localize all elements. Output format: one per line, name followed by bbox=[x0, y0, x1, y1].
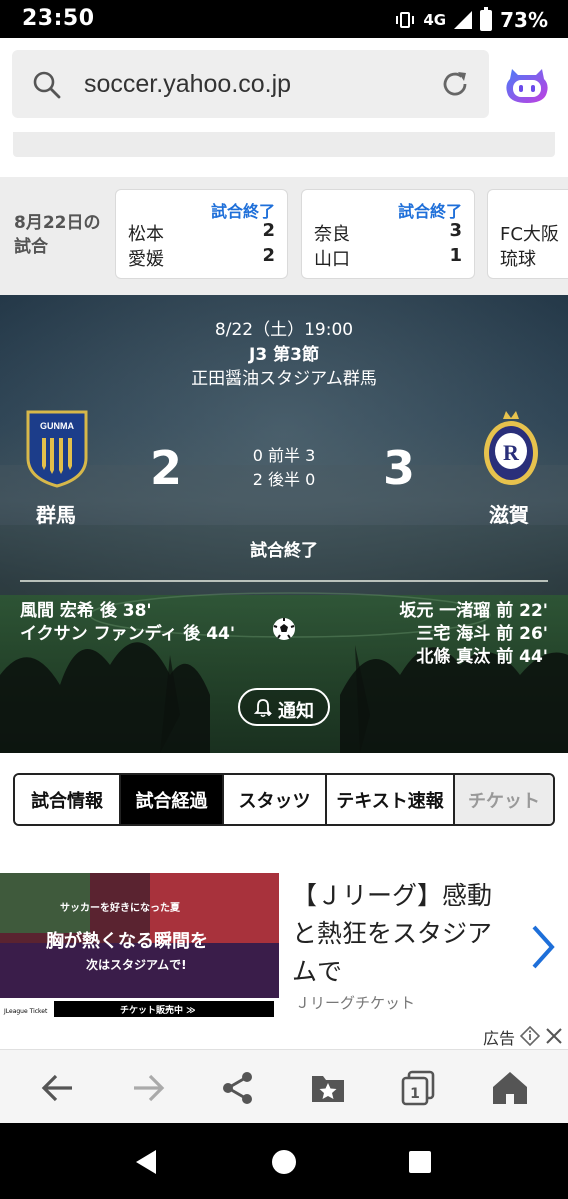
ad-info-icon[interactable] bbox=[520, 1026, 540, 1046]
tab-text-live[interactable]: テキスト速報 bbox=[327, 775, 455, 824]
tab-stats[interactable]: スタッツ bbox=[224, 775, 327, 824]
home-team: FC大阪 bbox=[500, 224, 559, 245]
signal-icon bbox=[454, 11, 473, 29]
ad-image-line1: サッカーを好きになった夏 bbox=[60, 901, 181, 914]
away-goal: 北條 真汰 前 44' bbox=[416, 647, 548, 667]
tab-count: 1 bbox=[410, 1086, 420, 1102]
ad-image[interactable]: サッカーを好きになった夏 胸が熱くなる瞬間を 次はスタジアムで! チケット販売中… bbox=[0, 873, 279, 1020]
away-team: 琉球 bbox=[500, 249, 536, 270]
vibrate-icon bbox=[396, 12, 415, 28]
match-status: 試合終了 bbox=[397, 202, 462, 221]
away-score: 3 bbox=[383, 441, 416, 495]
home-goal: イクサン ファンディ 後 44' bbox=[20, 624, 236, 644]
home-team: 奈良 bbox=[314, 224, 350, 245]
home-team: 松本 bbox=[128, 224, 164, 245]
match-round: J3 第3節 bbox=[249, 345, 319, 365]
close-icon[interactable] bbox=[545, 1027, 563, 1045]
battery-icon bbox=[480, 6, 493, 31]
partial-banner bbox=[0, 132, 568, 177]
bell-add-icon bbox=[254, 699, 272, 718]
tab-match-info[interactable]: 試合情報 bbox=[15, 775, 121, 824]
away-goal: 三宅 海斗 前 26' bbox=[416, 624, 548, 644]
away-team-name[interactable]: 滋賀 bbox=[489, 499, 529, 528]
url-text[interactable]: soccer.yahoo.co.jp bbox=[84, 70, 291, 99]
tabs-icon[interactable]: 1 bbox=[398, 1068, 438, 1108]
away-team-emblem[interactable]: R bbox=[480, 409, 542, 489]
divider bbox=[20, 580, 548, 582]
away-emblem-text: R bbox=[503, 440, 520, 465]
away-score: 2 bbox=[262, 245, 275, 266]
home-emblem-text: GUNMA bbox=[40, 421, 74, 431]
ad-label: 広告 bbox=[483, 1029, 516, 1048]
reload-icon[interactable] bbox=[439, 68, 471, 100]
match-header: 8/22（土）19:00 J3 第3節 正田醤油スタジアム群馬 GUNMA 群馬… bbox=[0, 295, 568, 753]
assistant-icon[interactable] bbox=[504, 65, 550, 105]
match-tabs: 試合情報 試合経過 スタッツ テキスト速報 チケット bbox=[13, 773, 555, 826]
away-team: 愛媛 bbox=[128, 249, 164, 270]
ad-sponsor: Ｊリーグチケット bbox=[295, 994, 416, 1012]
ad-banner[interactable]: サッカーを好きになった夏 胸が熱くなる瞬間を 次はスタジアムで! チケット販売中… bbox=[0, 845, 568, 1048]
matches-date-label: 8月22日の試合 bbox=[14, 213, 101, 257]
tab-match-progress[interactable]: 試合経過 bbox=[121, 775, 224, 824]
battery-percent: 73% bbox=[500, 8, 548, 32]
chevron-right-icon[interactable] bbox=[526, 923, 558, 971]
ad-image-logo: JLeague Ticket bbox=[3, 1008, 48, 1015]
home-icon[interactable] bbox=[490, 1068, 530, 1108]
notify-label: 通知 bbox=[278, 701, 314, 722]
away-team: 山口 bbox=[314, 249, 350, 270]
nav-recents-icon[interactable] bbox=[406, 1148, 434, 1176]
ad-image-line2: 胸が熱くなる瞬間を bbox=[46, 930, 208, 952]
back-icon[interactable] bbox=[38, 1068, 78, 1108]
notify-button[interactable]: 通知 bbox=[238, 688, 330, 726]
ad-image-line3: 次はスタジアムで! bbox=[86, 957, 187, 972]
match-card[interactable]: 試合終了 松本 2 愛媛 2 bbox=[115, 189, 288, 279]
home-team-name[interactable]: 群馬 bbox=[36, 499, 76, 528]
match-status: 試合終了 bbox=[210, 202, 275, 221]
match-datetime: 8/22（土）19:00 bbox=[214, 320, 354, 340]
tab-ticket[interactable]: チケット bbox=[455, 775, 553, 824]
forward-icon[interactable] bbox=[128, 1068, 168, 1108]
match-card[interactable]: FC大阪 琉球 bbox=[487, 189, 568, 279]
home-score: 3 bbox=[449, 220, 462, 241]
nav-home-icon[interactable] bbox=[270, 1148, 298, 1176]
banner-box[interactable] bbox=[13, 132, 555, 157]
ad-image-bottom: チケット販売中 ≫ bbox=[120, 1004, 196, 1016]
status-time: 23:50 bbox=[22, 6, 95, 31]
browser-toolbar: soccer.yahoo.co.jp bbox=[0, 38, 568, 132]
status-icons: 4G 73% bbox=[395, 6, 548, 33]
match-card[interactable]: 試合終了 奈良 3 山口 1 bbox=[301, 189, 475, 279]
status-bar: 23:50 4G 73% bbox=[0, 0, 568, 38]
ad-title[interactable]: 【Ｊリーグ】感動と熱狂をスタジアムで bbox=[292, 877, 512, 991]
match-status: 試合終了 bbox=[250, 541, 318, 561]
home-score: 2 bbox=[262, 220, 275, 241]
away-score: 1 bbox=[449, 245, 462, 266]
address-bar[interactable]: soccer.yahoo.co.jp bbox=[12, 50, 489, 118]
share-icon[interactable] bbox=[218, 1068, 258, 1108]
search-icon bbox=[33, 71, 61, 99]
network-type: 4G bbox=[423, 11, 447, 29]
soccer-ball-icon bbox=[273, 618, 295, 640]
nav-back-icon[interactable] bbox=[132, 1148, 160, 1176]
match-venue: 正田醤油スタジアム群馬 bbox=[191, 369, 377, 389]
system-nav-bar bbox=[0, 1123, 568, 1199]
away-goal: 坂元 一渚瑠 前 22' bbox=[399, 601, 548, 621]
browser-bottom-bar: 1 bbox=[0, 1049, 568, 1123]
matches-strip: 8月22日の試合 試合終了 松本 2 愛媛 2 試合終了 奈良 3 山口 1 FC大阪 … bbox=[0, 177, 568, 295]
home-goal: 風間 宏希 後 38' bbox=[20, 601, 152, 621]
bookmark-icon[interactable] bbox=[308, 1068, 348, 1108]
